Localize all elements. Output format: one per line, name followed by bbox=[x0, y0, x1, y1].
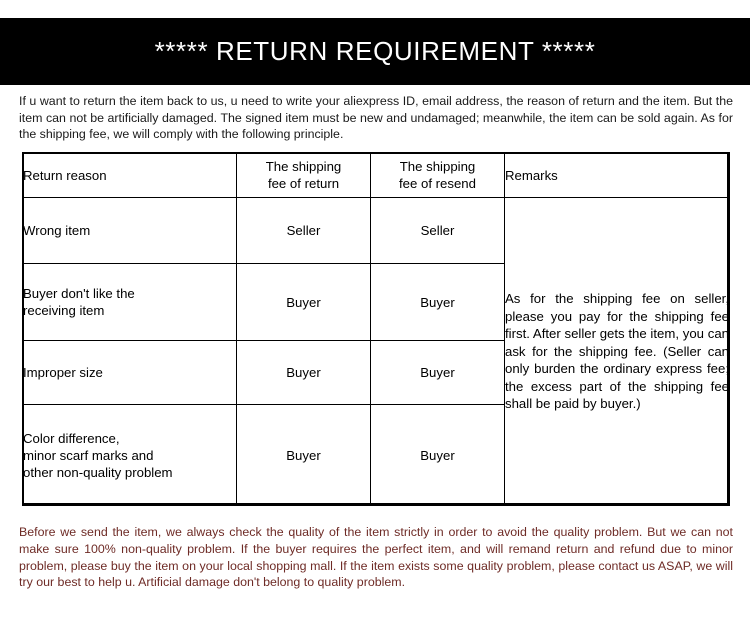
return-policy-table: Return reason The shipping fee of return… bbox=[22, 152, 730, 506]
row-reason-dislike-item: Buyer don't like the receiving item bbox=[22, 263, 237, 341]
row-fee-resend-dislike-item: Buyer bbox=[370, 263, 505, 341]
remarks-body-cell: As for the shipping fee on seller, pleas… bbox=[504, 197, 730, 506]
return-policy-page: ***** RETURN REQUIREMENT ***** If u want… bbox=[0, 0, 750, 629]
row-fee-return-improper-size: Buyer bbox=[236, 340, 371, 405]
header-shipping-fee-resend: The shipping fee of resend bbox=[370, 152, 505, 198]
row-reason-wrong-item: Wrong item bbox=[22, 197, 237, 264]
row-reason-improper-size: Improper size bbox=[22, 340, 237, 405]
header-return-reason: Return reason bbox=[22, 152, 237, 198]
footer-quality-note: Before we send the item, we always check… bbox=[19, 525, 733, 590]
row-fee-return-dislike-item: Buyer bbox=[236, 263, 371, 341]
page-title: ***** RETURN REQUIREMENT ***** bbox=[154, 36, 596, 66]
remarks-body-text: As for the shipping fee on seller, pleas… bbox=[505, 291, 729, 412]
row-fee-resend-wrong-item: Seller bbox=[370, 197, 505, 264]
table-row: Wrong item Seller Seller As for the ship… bbox=[22, 197, 730, 506]
header-shipping-fee-return: The shipping fee of return bbox=[236, 152, 371, 198]
header-remarks: Remarks bbox=[504, 152, 730, 198]
header-banner: ***** RETURN REQUIREMENT ***** bbox=[0, 18, 750, 85]
row-fee-resend-improper-size: Buyer bbox=[370, 340, 505, 405]
row-fee-return-color-difference: Buyer bbox=[236, 404, 371, 506]
row-fee-return-wrong-item: Seller bbox=[236, 197, 371, 264]
row-reason-color-difference: Color difference, minor scarf marks and … bbox=[22, 404, 237, 506]
intro-paragraph: If u want to return the item back to us,… bbox=[19, 94, 733, 141]
table-header-row: Return reason The shipping fee of return… bbox=[22, 152, 730, 198]
row-fee-resend-color-difference: Buyer bbox=[370, 404, 505, 506]
